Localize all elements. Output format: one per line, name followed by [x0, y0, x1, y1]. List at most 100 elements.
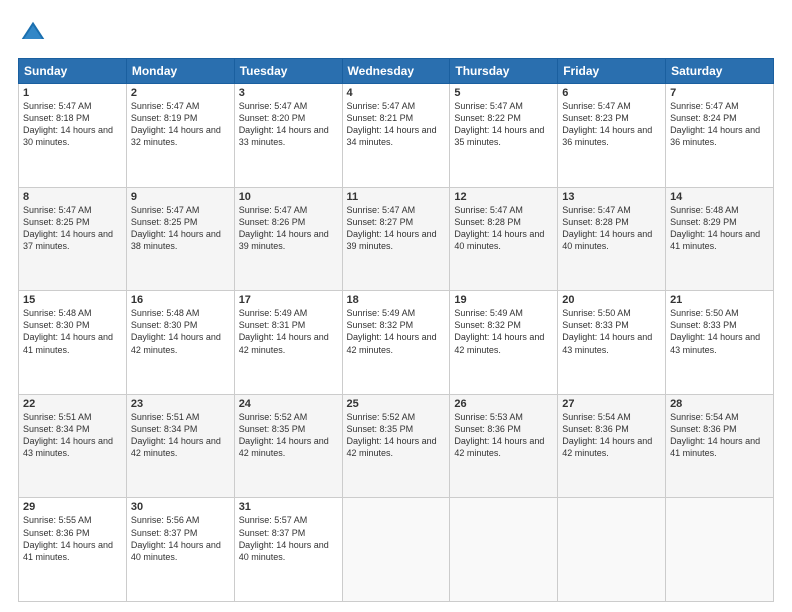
cell-day-number: 8: [23, 191, 122, 203]
cell-info: Sunrise: 5:47 AMSunset: 8:22 PMDaylight:…: [454, 100, 553, 149]
weekday-header-friday: Friday: [558, 59, 666, 84]
cell-info: Sunrise: 5:50 AMSunset: 8:33 PMDaylight:…: [562, 307, 661, 356]
calendar-cell: 2 Sunrise: 5:47 AMSunset: 8:19 PMDayligh…: [126, 84, 234, 188]
calendar-cell: 13 Sunrise: 5:47 AMSunset: 8:28 PMDaylig…: [558, 187, 666, 291]
calendar-cell: 31 Sunrise: 5:57 AMSunset: 8:37 PMDaylig…: [234, 498, 342, 602]
cell-day-number: 10: [239, 191, 338, 203]
cell-day-number: 26: [454, 398, 553, 410]
calendar-cell: 27 Sunrise: 5:54 AMSunset: 8:36 PMDaylig…: [558, 394, 666, 498]
cell-day-number: 11: [347, 191, 446, 203]
calendar-cell: 10 Sunrise: 5:47 AMSunset: 8:26 PMDaylig…: [234, 187, 342, 291]
cell-info: Sunrise: 5:52 AMSunset: 8:35 PMDaylight:…: [239, 411, 338, 460]
cell-info: Sunrise: 5:47 AMSunset: 8:28 PMDaylight:…: [562, 204, 661, 253]
cell-info: Sunrise: 5:47 AMSunset: 8:20 PMDaylight:…: [239, 100, 338, 149]
weekday-header-saturday: Saturday: [666, 59, 774, 84]
calendar-cell: 18 Sunrise: 5:49 AMSunset: 8:32 PMDaylig…: [342, 291, 450, 395]
calendar-cell: 29 Sunrise: 5:55 AMSunset: 8:36 PMDaylig…: [19, 498, 127, 602]
cell-day-number: 14: [670, 191, 769, 203]
cell-info: Sunrise: 5:49 AMSunset: 8:31 PMDaylight:…: [239, 307, 338, 356]
cell-info: Sunrise: 5:47 AMSunset: 8:18 PMDaylight:…: [23, 100, 122, 149]
calendar-cell: 30 Sunrise: 5:56 AMSunset: 8:37 PMDaylig…: [126, 498, 234, 602]
weekday-header-sunday: Sunday: [19, 59, 127, 84]
weekday-header-monday: Monday: [126, 59, 234, 84]
cell-day-number: 28: [670, 398, 769, 410]
calendar-cell: 9 Sunrise: 5:47 AMSunset: 8:25 PMDayligh…: [126, 187, 234, 291]
cell-info: Sunrise: 5:48 AMSunset: 8:30 PMDaylight:…: [131, 307, 230, 356]
cell-day-number: 30: [131, 501, 230, 513]
cell-info: Sunrise: 5:48 AMSunset: 8:29 PMDaylight:…: [670, 204, 769, 253]
calendar-cell: 11 Sunrise: 5:47 AMSunset: 8:27 PMDaylig…: [342, 187, 450, 291]
week-row-1: 1 Sunrise: 5:47 AMSunset: 8:18 PMDayligh…: [19, 84, 774, 188]
cell-info: Sunrise: 5:47 AMSunset: 8:24 PMDaylight:…: [670, 100, 769, 149]
calendar-cell: 17 Sunrise: 5:49 AMSunset: 8:31 PMDaylig…: [234, 291, 342, 395]
logo: [18, 18, 52, 48]
cell-info: Sunrise: 5:51 AMSunset: 8:34 PMDaylight:…: [23, 411, 122, 460]
cell-day-number: 18: [347, 294, 446, 306]
calendar-cell: [450, 498, 558, 602]
cell-day-number: 29: [23, 501, 122, 513]
calendar-cell: 5 Sunrise: 5:47 AMSunset: 8:22 PMDayligh…: [450, 84, 558, 188]
calendar-cell: [342, 498, 450, 602]
calendar-cell: 21 Sunrise: 5:50 AMSunset: 8:33 PMDaylig…: [666, 291, 774, 395]
cell-info: Sunrise: 5:49 AMSunset: 8:32 PMDaylight:…: [347, 307, 446, 356]
calendar-cell: 24 Sunrise: 5:52 AMSunset: 8:35 PMDaylig…: [234, 394, 342, 498]
calendar-cell: 14 Sunrise: 5:48 AMSunset: 8:29 PMDaylig…: [666, 187, 774, 291]
cell-info: Sunrise: 5:54 AMSunset: 8:36 PMDaylight:…: [670, 411, 769, 460]
calendar-cell: 25 Sunrise: 5:52 AMSunset: 8:35 PMDaylig…: [342, 394, 450, 498]
calendar-cell: 1 Sunrise: 5:47 AMSunset: 8:18 PMDayligh…: [19, 84, 127, 188]
week-row-3: 15 Sunrise: 5:48 AMSunset: 8:30 PMDaylig…: [19, 291, 774, 395]
cell-day-number: 13: [562, 191, 661, 203]
week-row-5: 29 Sunrise: 5:55 AMSunset: 8:36 PMDaylig…: [19, 498, 774, 602]
week-row-2: 8 Sunrise: 5:47 AMSunset: 8:25 PMDayligh…: [19, 187, 774, 291]
cell-info: Sunrise: 5:47 AMSunset: 8:26 PMDaylight:…: [239, 204, 338, 253]
cell-info: Sunrise: 5:55 AMSunset: 8:36 PMDaylight:…: [23, 514, 122, 563]
weekday-header-wednesday: Wednesday: [342, 59, 450, 84]
calendar-cell: 6 Sunrise: 5:47 AMSunset: 8:23 PMDayligh…: [558, 84, 666, 188]
calendar-cell: 3 Sunrise: 5:47 AMSunset: 8:20 PMDayligh…: [234, 84, 342, 188]
cell-day-number: 20: [562, 294, 661, 306]
cell-info: Sunrise: 5:47 AMSunset: 8:25 PMDaylight:…: [131, 204, 230, 253]
calendar-cell: 8 Sunrise: 5:47 AMSunset: 8:25 PMDayligh…: [19, 187, 127, 291]
weekday-header-row: SundayMondayTuesdayWednesdayThursdayFrid…: [19, 59, 774, 84]
calendar-cell: 26 Sunrise: 5:53 AMSunset: 8:36 PMDaylig…: [450, 394, 558, 498]
cell-day-number: 12: [454, 191, 553, 203]
cell-day-number: 22: [23, 398, 122, 410]
calendar-cell: 23 Sunrise: 5:51 AMSunset: 8:34 PMDaylig…: [126, 394, 234, 498]
cell-day-number: 23: [131, 398, 230, 410]
cell-day-number: 9: [131, 191, 230, 203]
calendar-table: SundayMondayTuesdayWednesdayThursdayFrid…: [18, 58, 774, 602]
calendar-cell: 15 Sunrise: 5:48 AMSunset: 8:30 PMDaylig…: [19, 291, 127, 395]
cell-info: Sunrise: 5:47 AMSunset: 8:19 PMDaylight:…: [131, 100, 230, 149]
cell-day-number: 1: [23, 87, 122, 99]
cell-info: Sunrise: 5:47 AMSunset: 8:23 PMDaylight:…: [562, 100, 661, 149]
cell-info: Sunrise: 5:49 AMSunset: 8:32 PMDaylight:…: [454, 307, 553, 356]
cell-info: Sunrise: 5:47 AMSunset: 8:28 PMDaylight:…: [454, 204, 553, 253]
cell-day-number: 3: [239, 87, 338, 99]
calendar-cell: 28 Sunrise: 5:54 AMSunset: 8:36 PMDaylig…: [666, 394, 774, 498]
cell-day-number: 24: [239, 398, 338, 410]
calendar-cell: 7 Sunrise: 5:47 AMSunset: 8:24 PMDayligh…: [666, 84, 774, 188]
cell-info: Sunrise: 5:48 AMSunset: 8:30 PMDaylight:…: [23, 307, 122, 356]
cell-day-number: 2: [131, 87, 230, 99]
cell-day-number: 5: [454, 87, 553, 99]
header: [18, 18, 774, 48]
cell-info: Sunrise: 5:50 AMSunset: 8:33 PMDaylight:…: [670, 307, 769, 356]
cell-info: Sunrise: 5:47 AMSunset: 8:21 PMDaylight:…: [347, 100, 446, 149]
cell-day-number: 27: [562, 398, 661, 410]
calendar-cell: 20 Sunrise: 5:50 AMSunset: 8:33 PMDaylig…: [558, 291, 666, 395]
calendar-cell: 22 Sunrise: 5:51 AMSunset: 8:34 PMDaylig…: [19, 394, 127, 498]
cell-info: Sunrise: 5:57 AMSunset: 8:37 PMDaylight:…: [239, 514, 338, 563]
calendar-cell: 12 Sunrise: 5:47 AMSunset: 8:28 PMDaylig…: [450, 187, 558, 291]
calendar-cell: [666, 498, 774, 602]
cell-day-number: 16: [131, 294, 230, 306]
cell-day-number: 21: [670, 294, 769, 306]
cell-day-number: 19: [454, 294, 553, 306]
cell-day-number: 17: [239, 294, 338, 306]
calendar-cell: 19 Sunrise: 5:49 AMSunset: 8:32 PMDaylig…: [450, 291, 558, 395]
calendar-cell: [558, 498, 666, 602]
cell-day-number: 7: [670, 87, 769, 99]
cell-day-number: 6: [562, 87, 661, 99]
cell-info: Sunrise: 5:52 AMSunset: 8:35 PMDaylight:…: [347, 411, 446, 460]
cell-day-number: 31: [239, 501, 338, 513]
cell-info: Sunrise: 5:56 AMSunset: 8:37 PMDaylight:…: [131, 514, 230, 563]
